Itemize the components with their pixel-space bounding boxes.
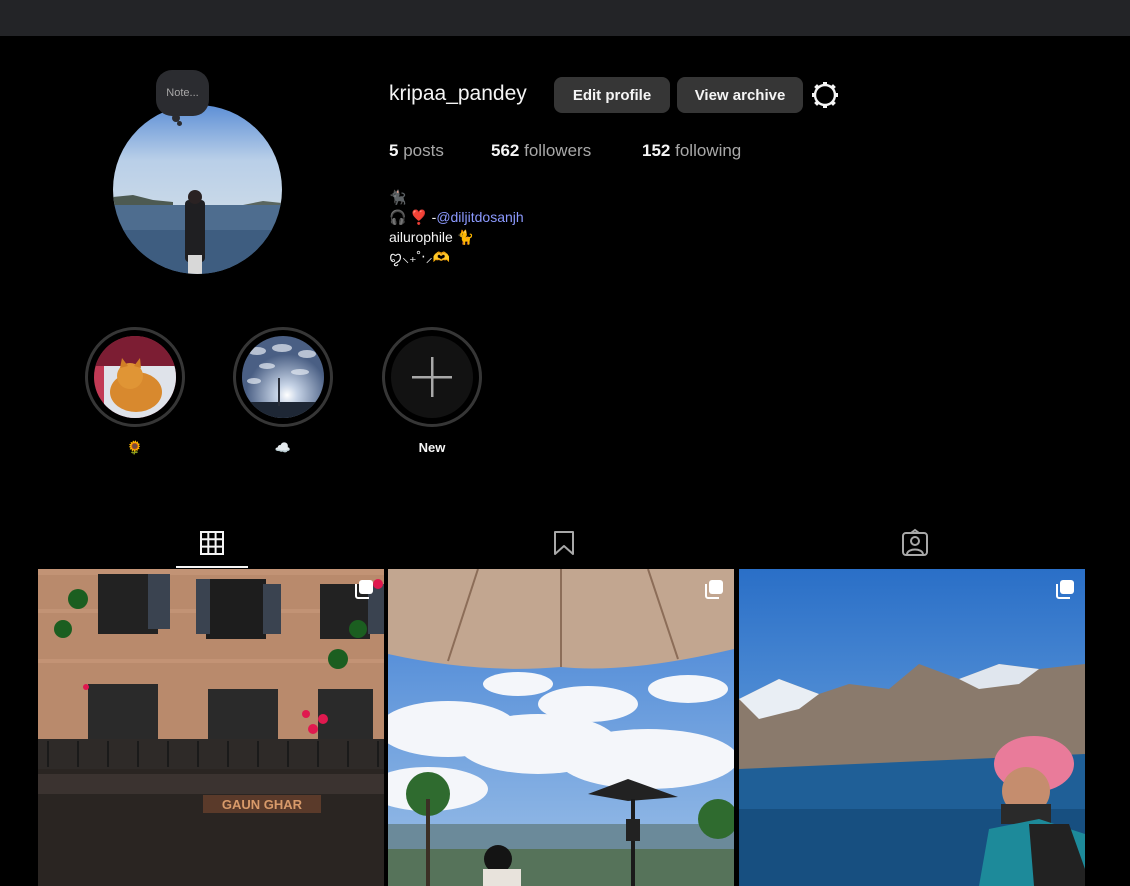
profile-username: kripaa_pandey: [389, 82, 527, 105]
profile-bio: 🐈‍⬛ 🎧 ❣️ -@diljitdosanjh ailurophile 🐈 ꨄ…: [389, 187, 524, 267]
new-highlight-button[interactable]: [382, 327, 482, 427]
active-tab-indicator: [176, 566, 248, 568]
tab-tagged[interactable]: [901, 528, 929, 558]
bookmark-icon: [554, 531, 574, 555]
posts-count: 5 posts: [389, 141, 444, 161]
following-count-value: 152: [642, 141, 671, 160]
following-label: following: [675, 141, 742, 160]
post-3[interactable]: [739, 569, 1085, 886]
posts-count-label: posts: [403, 141, 444, 160]
new-highlight-circle: [391, 336, 473, 418]
browser-topbar: [0, 0, 1130, 36]
posts-count-value: 5: [389, 141, 399, 160]
new-highlight-label: New: [418, 440, 446, 455]
highlight-2[interactable]: [233, 327, 333, 427]
settings-gear-icon[interactable]: [811, 81, 839, 109]
highlight-1-cover: [94, 336, 176, 418]
multiple-photos-icon: [355, 580, 373, 599]
multiple-photos-icon: [705, 580, 723, 599]
post-2[interactable]: [388, 569, 734, 886]
grid-icon: [200, 531, 224, 555]
bio-line-2: 🎧 ❣️ -@diljitdosanjh: [389, 207, 524, 227]
tagged-user-icon: [902, 528, 928, 556]
multiple-photos-icon: [1056, 580, 1074, 599]
edit-profile-button[interactable]: Edit profile: [554, 77, 670, 113]
highlight-2-cover: [242, 336, 324, 418]
followers-count-value: 562: [491, 141, 520, 160]
tab-posts[interactable]: [198, 528, 226, 558]
plus-icon: [412, 357, 452, 397]
bio-line-4: ꨄ︎⸜₊˚‧⸝🫶: [389, 249, 451, 265]
bio-mention-link[interactable]: @diljitdosanjh: [436, 209, 523, 225]
note-tail-small: [177, 121, 182, 126]
followers-label: followers: [524, 141, 592, 160]
profile-avatar[interactable]: [113, 105, 282, 274]
post-1[interactable]: GAUN GHAR: [38, 569, 384, 886]
view-archive-button[interactable]: View archive: [677, 77, 803, 113]
following-link[interactable]: 152 following: [642, 141, 741, 161]
note-text: Note...: [166, 87, 199, 99]
bio-line-2-prefix: 🎧 ❣️ -: [389, 209, 437, 225]
highlight-1-label: 🌻: [126, 440, 144, 455]
highlight-2-label: ☁️: [274, 440, 292, 455]
tab-saved[interactable]: [550, 528, 578, 558]
post-1-sign: GAUN GHAR: [222, 797, 303, 812]
note-bubble[interactable]: Note...: [156, 70, 209, 116]
highlight-1[interactable]: [85, 327, 185, 427]
bio-line-1: 🐈‍⬛: [389, 189, 407, 205]
bio-line-3: ailurophile 🐈: [389, 229, 475, 245]
followers-link[interactable]: 562 followers: [491, 141, 591, 161]
